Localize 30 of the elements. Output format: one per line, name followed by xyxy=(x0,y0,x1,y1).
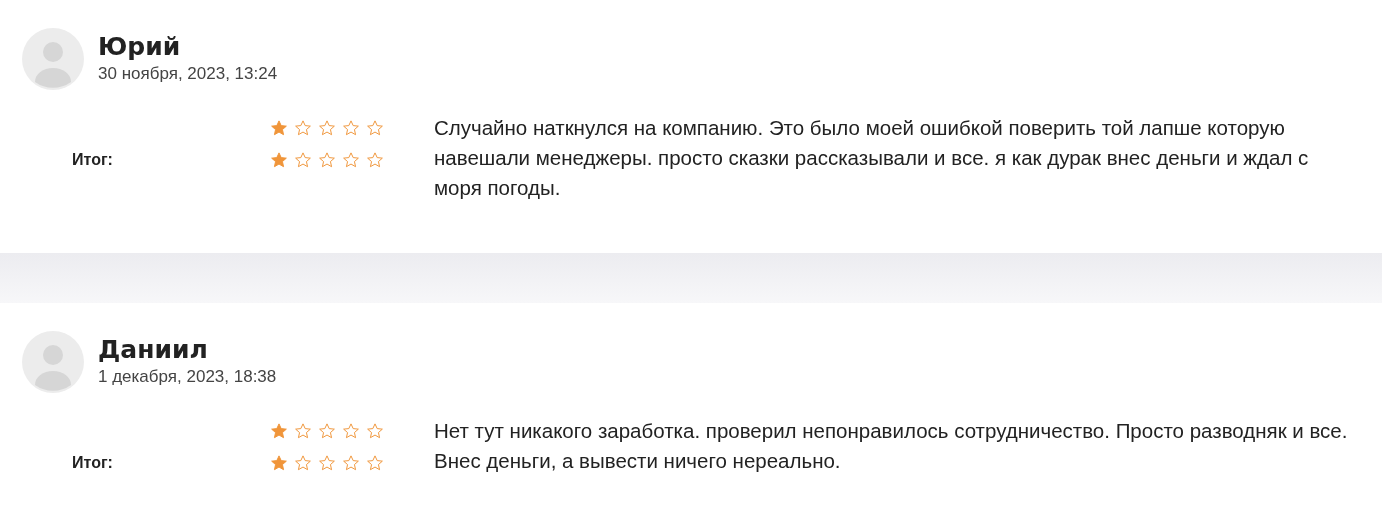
empty-star-icon xyxy=(294,119,312,137)
empty-star-icon xyxy=(318,119,336,137)
filled-star-icon xyxy=(270,422,288,440)
rating-label: Итог: xyxy=(72,454,113,471)
empty-star-icon xyxy=(342,422,360,440)
review-date: 30 ноября, 2023, 13:24 xyxy=(98,63,278,85)
empty-star-icon xyxy=(318,151,336,169)
empty-star-icon xyxy=(366,422,384,440)
reviewer-name: Юрий xyxy=(98,32,182,62)
empty-star-icon xyxy=(366,151,384,169)
empty-star-icon xyxy=(342,119,360,137)
filled-star-icon xyxy=(270,151,288,169)
empty-star-icon xyxy=(366,119,384,137)
empty-star-icon xyxy=(318,454,336,472)
review-text: Случайно наткнулся на компанию. Это было моей ошибкой поверить той лапше которую навешали менеджеры. просто сказки рассказывали и все. я как дурак внес деньги и ждал с моря погоды. xyxy=(434,115,1310,201)
rating-label: Итог: xyxy=(72,151,113,168)
avatar-icon xyxy=(22,28,84,90)
filled-star-icon xyxy=(270,119,288,137)
empty-star-icon xyxy=(342,151,360,169)
empty-star-icon xyxy=(366,454,384,472)
reviewer-name: Даниил xyxy=(98,335,209,365)
empty-star-icon xyxy=(342,454,360,472)
filled-star-icon xyxy=(270,454,288,472)
empty-star-icon xyxy=(318,422,336,440)
review-text: Нет тут никакого заработка. проверил непонравилось сотрудничество. Просто разводняк и все. Внес деньги, а вывести ничего нереально. xyxy=(434,418,1349,474)
review-date: 1 декабря, 2023, 18:38 xyxy=(98,366,277,388)
empty-star-icon xyxy=(294,151,312,169)
avatar-icon xyxy=(22,331,84,393)
empty-star-icon xyxy=(294,422,312,440)
empty-star-icon xyxy=(294,454,312,472)
